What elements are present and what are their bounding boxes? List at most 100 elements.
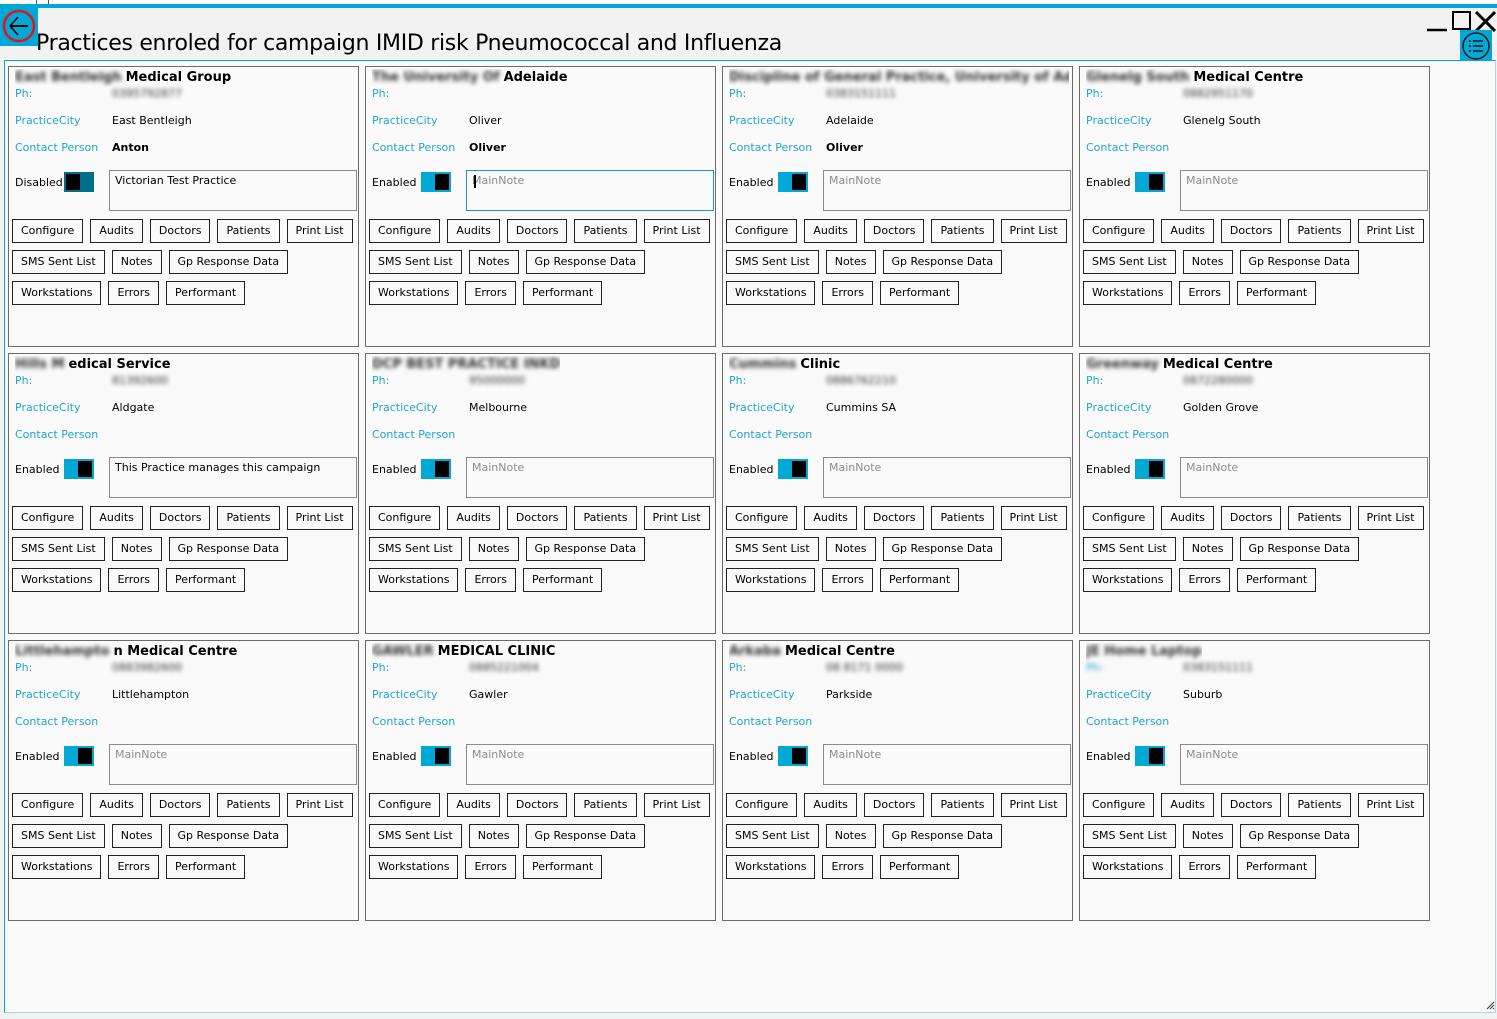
sms-sent-list-button[interactable]: SMS Sent List (369, 537, 462, 561)
errors-button[interactable]: Errors (108, 855, 159, 879)
main-note-input[interactable] (823, 170, 1071, 211)
audits-button[interactable]: Audits (804, 219, 857, 243)
gp-response-data-button[interactable]: Gp Response Data (168, 250, 289, 274)
performant-button[interactable]: Performant (1237, 281, 1317, 305)
errors-button[interactable]: Errors (822, 568, 873, 592)
print-list-button[interactable]: Print List (1000, 219, 1067, 243)
doctors-button[interactable]: Doctors (863, 793, 925, 817)
workstations-button[interactable]: Workstations (726, 568, 816, 592)
print-list-button[interactable]: Print List (643, 793, 710, 817)
enabled-toggle[interactable] (421, 459, 451, 479)
minimize-icon[interactable] (1425, 10, 1449, 34)
gp-response-data-button[interactable]: Gp Response Data (882, 250, 1003, 274)
configure-button[interactable]: Configure (726, 506, 798, 530)
gp-response-data-button[interactable]: Gp Response Data (882, 537, 1003, 561)
sms-sent-list-button[interactable]: SMS Sent List (1083, 824, 1176, 848)
patients-button[interactable]: Patients (217, 506, 280, 530)
errors-button[interactable]: Errors (108, 568, 159, 592)
print-list-button[interactable]: Print List (286, 793, 353, 817)
doctors-button[interactable]: Doctors (149, 506, 211, 530)
audits-button[interactable]: Audits (90, 506, 143, 530)
doctors-button[interactable]: Doctors (1220, 506, 1282, 530)
patients-button[interactable]: Patients (1288, 506, 1351, 530)
patients-button[interactable]: Patients (1288, 793, 1351, 817)
sms-sent-list-button[interactable]: SMS Sent List (369, 250, 462, 274)
notes-button[interactable]: Notes (468, 250, 519, 274)
sms-sent-list-button[interactable]: SMS Sent List (1083, 537, 1176, 561)
enabled-toggle[interactable] (1135, 172, 1165, 192)
main-note-input[interactable] (466, 457, 714, 498)
resize-grip-icon[interactable] (1485, 1000, 1495, 1010)
performant-button[interactable]: Performant (166, 568, 246, 592)
doctors-button[interactable]: Doctors (149, 219, 211, 243)
errors-button[interactable]: Errors (822, 281, 873, 305)
audits-button[interactable]: Audits (447, 219, 500, 243)
sms-sent-list-button[interactable]: SMS Sent List (12, 824, 105, 848)
patients-button[interactable]: Patients (574, 506, 637, 530)
notes-button[interactable]: Notes (111, 824, 162, 848)
doctors-button[interactable]: Doctors (506, 793, 568, 817)
performant-button[interactable]: Performant (880, 568, 960, 592)
audits-button[interactable]: Audits (1161, 219, 1214, 243)
performant-button[interactable]: Performant (880, 281, 960, 305)
patients-button[interactable]: Patients (217, 219, 280, 243)
patients-button[interactable]: Patients (574, 219, 637, 243)
configure-button[interactable]: Configure (369, 793, 441, 817)
configure-button[interactable]: Configure (1083, 219, 1155, 243)
performant-button[interactable]: Performant (166, 281, 246, 305)
configure-button[interactable]: Configure (12, 793, 84, 817)
audits-button[interactable]: Audits (447, 793, 500, 817)
print-list-button[interactable]: Print List (643, 219, 710, 243)
workstations-button[interactable]: Workstations (1083, 855, 1173, 879)
sms-sent-list-button[interactable]: SMS Sent List (12, 250, 105, 274)
gp-response-data-button[interactable]: Gp Response Data (882, 824, 1003, 848)
configure-button[interactable]: Configure (369, 219, 441, 243)
enabled-toggle[interactable] (1135, 459, 1165, 479)
enabled-toggle[interactable] (64, 459, 94, 479)
notes-button[interactable]: Notes (825, 250, 876, 274)
main-note-input[interactable] (466, 170, 714, 211)
gp-response-data-button[interactable]: Gp Response Data (525, 250, 646, 274)
audits-button[interactable]: Audits (90, 793, 143, 817)
menu-button[interactable] (1460, 30, 1492, 60)
errors-button[interactable]: Errors (108, 281, 159, 305)
print-list-button[interactable]: Print List (286, 506, 353, 530)
configure-button[interactable]: Configure (369, 506, 441, 530)
doctors-button[interactable]: Doctors (149, 793, 211, 817)
patients-button[interactable]: Patients (931, 793, 994, 817)
patients-button[interactable]: Patients (574, 793, 637, 817)
main-note-input[interactable] (1180, 457, 1428, 498)
enabled-toggle[interactable] (64, 172, 94, 192)
notes-button[interactable]: Notes (111, 537, 162, 561)
workstations-button[interactable]: Workstations (12, 281, 102, 305)
performant-button[interactable]: Performant (523, 281, 603, 305)
doctors-button[interactable]: Doctors (506, 506, 568, 530)
doctors-button[interactable]: Doctors (506, 219, 568, 243)
sms-sent-list-button[interactable]: SMS Sent List (726, 537, 819, 561)
notes-button[interactable]: Notes (468, 824, 519, 848)
performant-button[interactable]: Performant (523, 568, 603, 592)
sms-sent-list-button[interactable]: SMS Sent List (12, 537, 105, 561)
gp-response-data-button[interactable]: Gp Response Data (1239, 824, 1360, 848)
doctors-button[interactable]: Doctors (1220, 219, 1282, 243)
print-list-button[interactable]: Print List (286, 219, 353, 243)
configure-button[interactable]: Configure (12, 506, 84, 530)
workstations-button[interactable]: Workstations (1083, 568, 1173, 592)
notes-button[interactable]: Notes (111, 250, 162, 274)
gp-response-data-button[interactable]: Gp Response Data (168, 537, 289, 561)
print-list-button[interactable]: Print List (1357, 506, 1424, 530)
errors-button[interactable]: Errors (465, 855, 516, 879)
workstations-button[interactable]: Workstations (12, 855, 102, 879)
doctors-button[interactable]: Doctors (863, 506, 925, 530)
main-note-input[interactable] (109, 457, 357, 498)
enabled-toggle[interactable] (421, 746, 451, 766)
enabled-toggle[interactable] (1135, 746, 1165, 766)
enabled-toggle[interactable] (778, 172, 808, 192)
sms-sent-list-button[interactable]: SMS Sent List (1083, 250, 1176, 274)
configure-button[interactable]: Configure (1083, 793, 1155, 817)
errors-button[interactable]: Errors (1179, 281, 1230, 305)
main-note-input[interactable] (466, 744, 714, 785)
main-note-input[interactable] (109, 744, 357, 785)
main-note-input[interactable] (823, 744, 1071, 785)
main-note-input[interactable] (109, 170, 357, 211)
